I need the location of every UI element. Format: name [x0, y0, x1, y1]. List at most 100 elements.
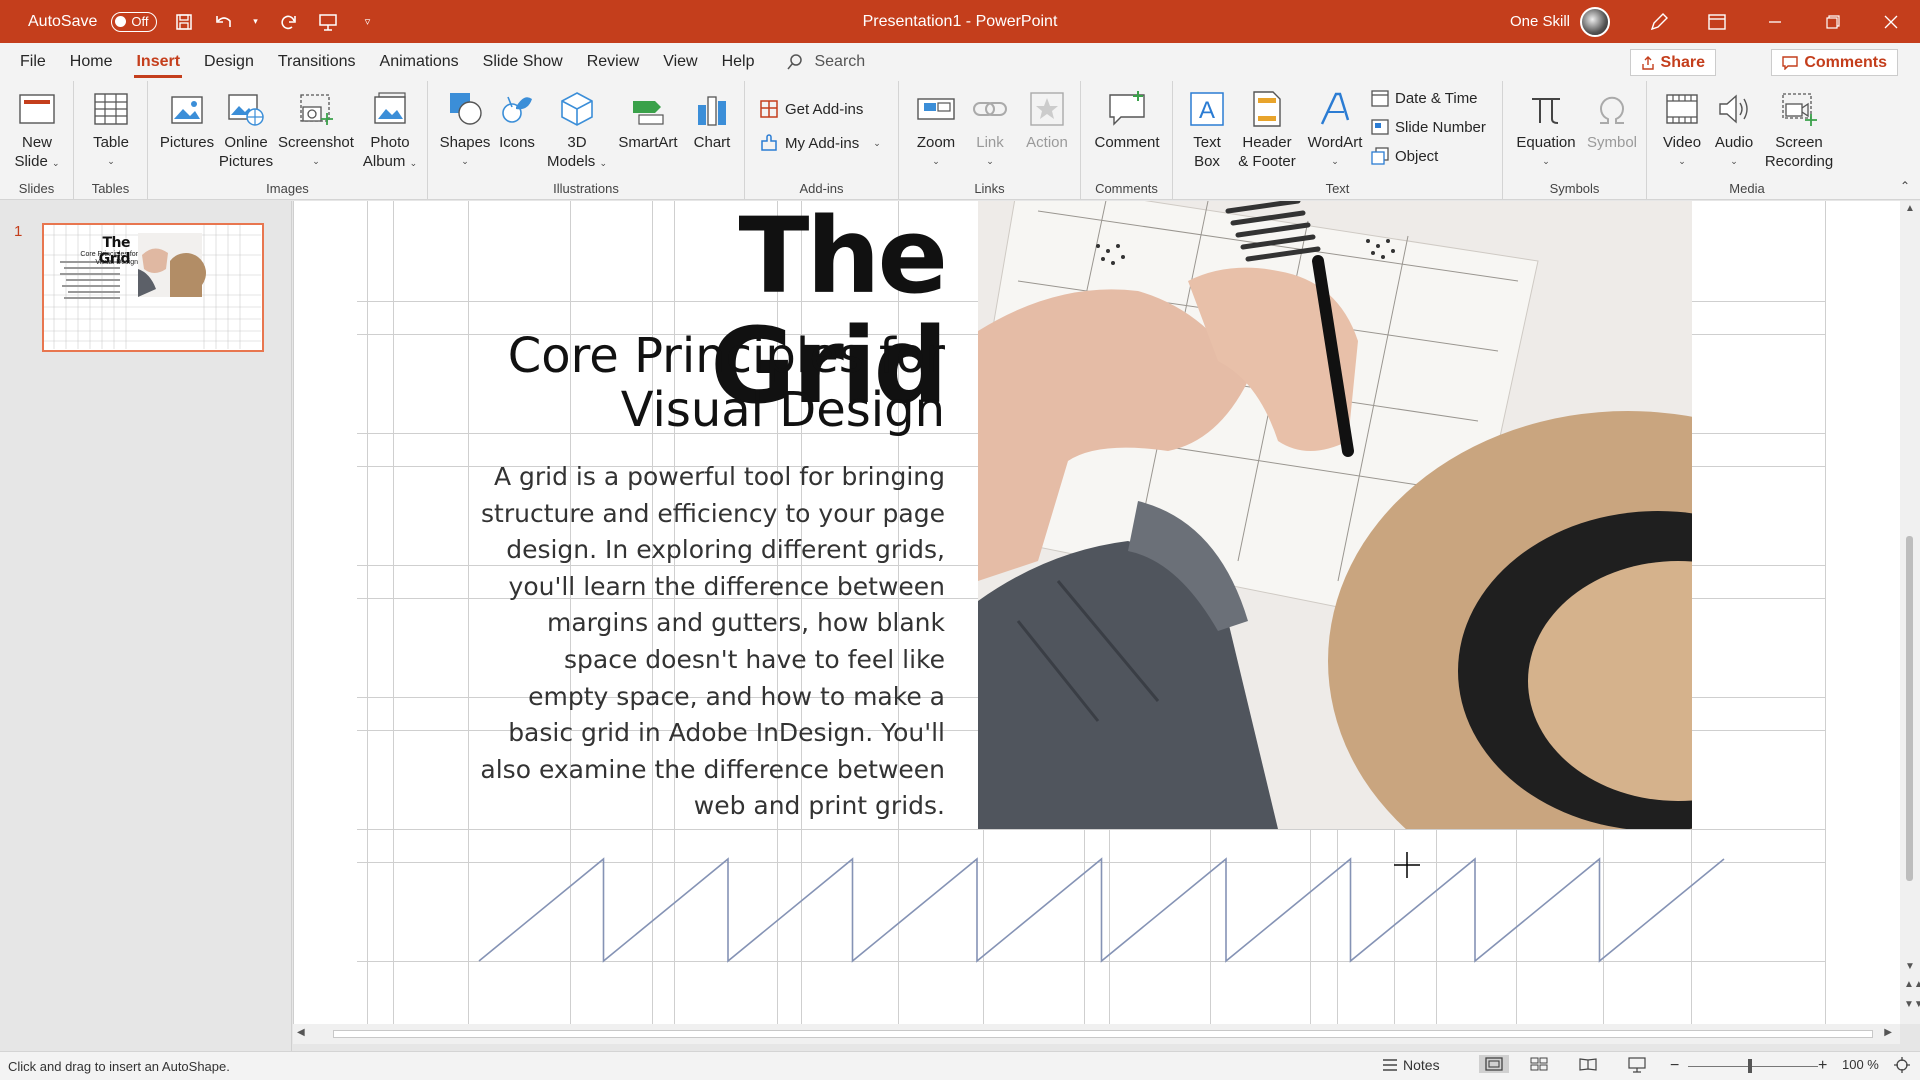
wordart-button[interactable]: WordArt ⌄	[1301, 87, 1369, 171]
header-footer-button[interactable]: Header & Footer	[1233, 87, 1301, 171]
comment-button[interactable]: Comment	[1091, 87, 1163, 152]
slide-photo[interactable]	[978, 201, 1692, 829]
slide-number-button[interactable]: Slide Number	[1371, 118, 1486, 136]
slide-show-button[interactable]	[1628, 1057, 1646, 1073]
slide-canvas[interactable]: The Grid Core Principles for Visual Desi…	[293, 201, 1900, 1024]
smartart-button[interactable]: SmartArt	[612, 87, 684, 152]
notes-button[interactable]: Notes	[1382, 1057, 1440, 1073]
equation-button[interactable]: Equation ⌄	[1511, 87, 1581, 171]
minimize-icon[interactable]	[1746, 0, 1804, 43]
scroll-left-icon[interactable]: ◀	[297, 1027, 305, 1038]
undo-icon[interactable]	[211, 9, 237, 35]
normal-view-button[interactable]	[1479, 1055, 1509, 1073]
previous-slide-icon[interactable]: ▲▲	[1904, 979, 1920, 990]
screen-recording-icon	[1779, 87, 1819, 131]
get-addins-button[interactable]: Get Add-ins	[759, 99, 863, 119]
vertical-scrollbar[interactable]: ▲ ▼ ▲▲ ▼▼	[1900, 201, 1920, 1024]
zoom-in-icon[interactable]: +	[1818, 1057, 1827, 1075]
grid-column-line	[367, 201, 368, 1024]
tab-insert[interactable]: Insert	[124, 43, 192, 81]
redo-icon[interactable]	[275, 9, 301, 35]
zoom-level[interactable]: 100 %	[1842, 1057, 1879, 1072]
caret-icon: ⌄	[1542, 156, 1550, 166]
new-slide-label-2: Slide	[14, 153, 48, 170]
online-pictures-button[interactable]: Online Pictures	[216, 87, 276, 171]
present-from-beginning-icon[interactable]	[315, 9, 341, 35]
search-box[interactable]: Search	[786, 53, 865, 71]
caret-icon: ⌄	[51, 158, 60, 168]
slide-number-label: Slide Number	[1395, 118, 1486, 136]
slide-sorter-button[interactable]	[1530, 1057, 1548, 1071]
date-time-button[interactable]: Date & Time	[1371, 89, 1478, 107]
slide-thumbnail[interactable]: The Grid Core Principles for Visual Desi…	[42, 223, 264, 352]
share-icon	[1641, 55, 1654, 70]
reading-view-button[interactable]	[1579, 1057, 1597, 1071]
save-icon[interactable]	[171, 9, 197, 35]
tab-help[interactable]: Help	[710, 43, 767, 81]
screen-recording-button[interactable]: Screen Recording	[1759, 87, 1839, 171]
zoom-button[interactable]: Zoom ⌄	[909, 87, 963, 171]
text-box-button[interactable]: A Text Box	[1185, 87, 1229, 171]
collapse-ribbon-icon[interactable]: ⌃	[1900, 179, 1910, 193]
3d-models-label-2: Models	[546, 153, 596, 170]
tab-home[interactable]: Home	[58, 43, 125, 81]
photo-album-button[interactable]: Photo Album ⌄	[356, 87, 424, 173]
caret-icon: ⌄	[1678, 156, 1686, 166]
chart-icon	[692, 87, 732, 131]
icons-icon	[497, 87, 537, 131]
autosave-toggle[interactable]: Off	[111, 11, 157, 32]
restore-icon[interactable]	[1804, 0, 1862, 43]
vertical-scroll-thumb[interactable]	[1906, 536, 1913, 881]
chart-button[interactable]: Chart	[684, 87, 740, 152]
tab-file[interactable]: File	[8, 43, 58, 81]
symbol-button[interactable]: Symbol	[1583, 87, 1641, 152]
screenshot-button[interactable]: Screenshot ⌄	[276, 87, 356, 171]
zoom-slider[interactable]	[1688, 1066, 1818, 1067]
user-name[interactable]: One Skill	[1510, 13, 1570, 30]
customize-toolbar-icon[interactable]: ▿	[355, 9, 381, 35]
zoom-out-icon[interactable]: −	[1670, 1057, 1679, 1075]
tab-view[interactable]: View	[651, 43, 709, 81]
share-button[interactable]: Share	[1629, 49, 1716, 76]
fit-slide-icon[interactable]	[1894, 1057, 1910, 1073]
slide-body-text[interactable]: A grid is a powerful tool for bringing s…	[478, 459, 945, 825]
tab-review[interactable]: Review	[575, 43, 651, 81]
link-button[interactable]: Link ⌄	[965, 87, 1015, 171]
object-button[interactable]: Object	[1371, 147, 1438, 165]
scroll-down-icon[interactable]: ▼	[1905, 961, 1915, 972]
icons-button[interactable]: Icons	[492, 87, 542, 152]
close-icon[interactable]	[1862, 0, 1920, 43]
tab-slide-show[interactable]: Slide Show	[471, 43, 575, 81]
shapes-icon	[445, 87, 485, 131]
table-button[interactable]: Table ⌄	[86, 87, 136, 171]
tab-animations[interactable]: Animations	[368, 43, 471, 81]
3d-models-button[interactable]: 3D Models ⌄	[544, 87, 610, 173]
ribbon-display-options-icon[interactable]	[1688, 0, 1746, 43]
comments-button[interactable]: Comments	[1771, 49, 1898, 76]
horizontal-scrollbar[interactable]: ◀ ▶	[293, 1024, 1900, 1044]
undo-dropdown-icon[interactable]: ▾	[251, 9, 261, 35]
my-addins-button[interactable]: My Add-ins ⌄	[759, 133, 881, 153]
screenshot-label: Screenshot	[278, 134, 354, 151]
new-slide-button[interactable]: New Slide ⌄	[8, 87, 66, 173]
scroll-right-icon[interactable]: ▶	[1884, 1027, 1892, 1038]
group-label-text: Text	[1325, 181, 1350, 196]
pictures-icon	[167, 87, 207, 131]
group-label-media: Media	[1729, 181, 1765, 196]
slide-subtitle[interactable]: Core Principles for Visual Design	[478, 329, 945, 437]
zoom-slider-thumb[interactable]	[1748, 1059, 1752, 1073]
audio-button[interactable]: Audio ⌄	[1709, 87, 1759, 171]
video-button[interactable]: Video ⌄	[1657, 87, 1707, 171]
video-icon	[1662, 87, 1702, 131]
pen-icon[interactable]	[1630, 0, 1688, 43]
slide-editor[interactable]: The Grid Core Principles for Visual Desi…	[293, 201, 1900, 1024]
action-button[interactable]: Action	[1019, 87, 1075, 152]
shapes-button[interactable]: Shapes ⌄	[436, 87, 494, 171]
pictures-button[interactable]: Pictures	[158, 87, 216, 152]
next-slide-icon[interactable]: ▼▼	[1904, 999, 1920, 1010]
horizontal-scroll-thumb[interactable]	[333, 1030, 1873, 1038]
tab-design[interactable]: Design	[192, 43, 266, 81]
scroll-up-icon[interactable]: ▲	[1905, 203, 1915, 214]
avatar[interactable]	[1580, 6, 1610, 37]
tab-transitions[interactable]: Transitions	[266, 43, 368, 81]
